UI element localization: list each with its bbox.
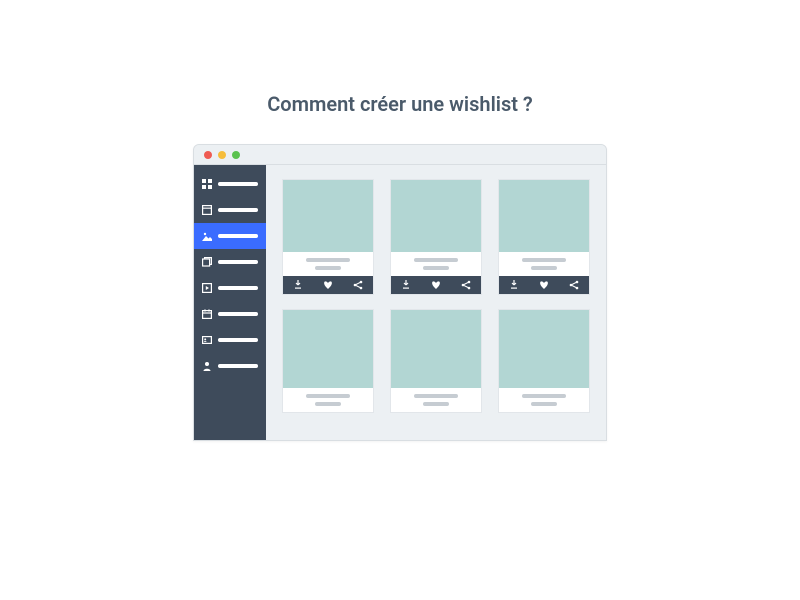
sidebar-item-calendar[interactable]: [194, 301, 266, 327]
sidebar-item-label: [218, 208, 258, 212]
sidebar-item-label: [218, 286, 258, 290]
share-button[interactable]: [353, 280, 363, 290]
play-icon: [202, 283, 212, 293]
asset-thumbnail: [283, 310, 373, 388]
close-icon[interactable]: [204, 151, 212, 159]
favorite-button[interactable]: [323, 280, 333, 290]
download-button[interactable]: [509, 280, 519, 290]
asset-meta: [283, 252, 373, 276]
sidebar-item-label: [218, 312, 258, 316]
favorite-button[interactable]: [539, 280, 549, 290]
asset-meta: [283, 388, 373, 412]
browser-window: [193, 144, 607, 441]
sidebar-item-image[interactable]: [194, 223, 266, 249]
sidebar-item-panel[interactable]: [194, 197, 266, 223]
asset-card[interactable]: [390, 309, 482, 413]
sidebar-item-gallery[interactable]: [194, 249, 266, 275]
window-titlebar: [194, 145, 606, 165]
asset-card[interactable]: [390, 179, 482, 295]
sidebar-item-label: [218, 364, 258, 368]
asset-thumbnail: [283, 180, 373, 252]
sidebar-item-play[interactable]: [194, 275, 266, 301]
id-card-icon: [202, 335, 212, 345]
card-grid: [266, 165, 606, 440]
gallery-icon: [202, 257, 212, 267]
asset-thumbnail: [499, 310, 589, 388]
sidebar-item-label: [218, 182, 258, 186]
calendar-icon: [202, 309, 212, 319]
page-title: Comment créer une wishlist ?: [267, 92, 533, 116]
asset-actions: [499, 276, 589, 294]
sidebar-item-label: [218, 338, 258, 342]
download-button[interactable]: [293, 280, 303, 290]
share-button[interactable]: [569, 280, 579, 290]
asset-card[interactable]: [282, 309, 374, 413]
asset-card[interactable]: [282, 179, 374, 295]
asset-card[interactable]: [498, 309, 590, 413]
favorite-button[interactable]: [431, 280, 441, 290]
sidebar-item-grid[interactable]: [194, 171, 266, 197]
sidebar-item-id-card[interactable]: [194, 327, 266, 353]
asset-meta: [499, 252, 589, 276]
panel-icon: [202, 205, 212, 215]
sidebar: [194, 165, 266, 440]
asset-card[interactable]: [498, 179, 590, 295]
share-button[interactable]: [461, 280, 471, 290]
sidebar-item-label: [218, 234, 258, 238]
asset-thumbnail: [499, 180, 589, 252]
asset-meta: [499, 388, 589, 412]
minimize-icon[interactable]: [218, 151, 226, 159]
grid-icon: [202, 179, 212, 189]
window-body: [194, 165, 606, 440]
maximize-icon[interactable]: [232, 151, 240, 159]
download-button[interactable]: [401, 280, 411, 290]
sidebar-item-label: [218, 260, 258, 264]
sidebar-item-user[interactable]: [194, 353, 266, 379]
image-icon: [202, 231, 212, 241]
asset-thumbnail: [391, 310, 481, 388]
asset-meta: [391, 388, 481, 412]
asset-meta: [391, 252, 481, 276]
asset-actions: [391, 276, 481, 294]
asset-actions: [283, 276, 373, 294]
asset-thumbnail: [391, 180, 481, 252]
user-icon: [202, 361, 212, 371]
